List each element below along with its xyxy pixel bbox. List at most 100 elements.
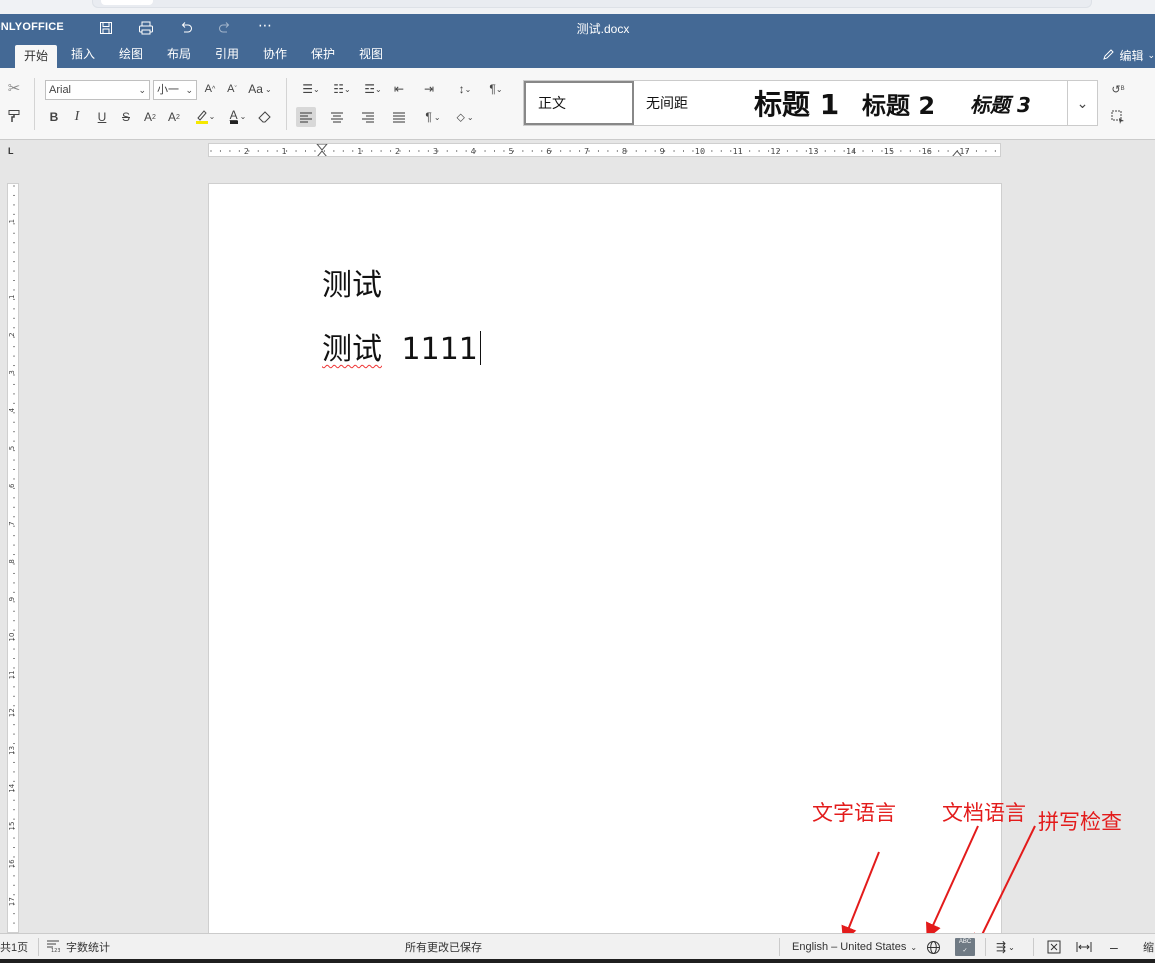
ruler-number: 1	[357, 147, 362, 156]
select-all-icon[interactable]	[1108, 108, 1128, 126]
horizontal-ruler[interactable]: 2 1 1 2 3 4 5 6 7 8 9 10 11 12 13 14 15 16 17	[208, 143, 1001, 157]
ruler-number: 1	[8, 295, 16, 299]
ruler-number: 11	[733, 147, 743, 156]
shading-icon[interactable]: ⬦ ⌄	[450, 107, 480, 127]
pencil-icon	[1102, 48, 1115, 64]
zoom-out-icon[interactable]: –	[1110, 934, 1118, 960]
app-logo: ONLYOFFICE	[0, 21, 64, 33]
cut-icon[interactable]: ✂	[5, 79, 23, 97]
ribbon-tabs: 开始 插入 绘图 布局 引用 协作 保护 视图 编辑 ⌄	[0, 42, 1155, 68]
redo-icon[interactable]	[215, 19, 235, 37]
style-heading-3[interactable]: 标题 3	[958, 81, 1068, 125]
title-bar: ONLYOFFICE ⋯ 测试.docx	[0, 14, 1155, 42]
fit-page-icon[interactable]	[1047, 934, 1061, 960]
ruler-number: 4	[471, 147, 476, 156]
browser-tab-strip	[0, 0, 1155, 14]
ruler-number: 2	[244, 147, 249, 156]
align-left-icon[interactable]	[296, 107, 316, 127]
align-center-icon[interactable]	[327, 107, 347, 127]
style-gallery: 正文 无间距 标题 1 标题 2 标题 3 ⌄	[523, 80, 1098, 126]
font-color-icon[interactable]: A ⌄	[223, 106, 253, 126]
line-spacing-icon[interactable]: ↕ ⌄	[451, 80, 479, 98]
horizontal-ruler-ticks: 2 1 1 2 3 4 5 6 7 8 9 10 11 12 13 14 15 16 17	[210, 144, 996, 156]
tab-home[interactable]: 开始	[15, 45, 58, 68]
word-count-button[interactable]: 123 字数统计	[46, 934, 110, 960]
clear-format-icon[interactable]	[256, 108, 274, 126]
change-case-icon[interactable]: Aa ⌄	[245, 80, 275, 98]
ruler-number: 8	[8, 559, 16, 563]
browser-address-bar[interactable]	[92, 0, 1092, 8]
bold-icon[interactable]: B	[45, 108, 63, 126]
browser-tab[interactable]	[101, 0, 153, 5]
tab-layout[interactable]: 布局	[158, 42, 200, 68]
tab-draw[interactable]: 绘图	[110, 42, 152, 68]
tab-view[interactable]: 视图	[350, 42, 392, 68]
chevron-down-icon[interactable]: ⌄	[1067, 81, 1097, 125]
chevron-down-icon: ⌄	[910, 942, 918, 952]
replace-icon[interactable]: ↺ B	[1108, 80, 1128, 98]
decrease-indent-icon[interactable]: ⇤	[390, 80, 408, 98]
tab-stop-selector[interactable]: L	[8, 146, 18, 156]
style-heading-1[interactable]: 标题 1	[742, 81, 850, 125]
style-heading-1-label: 标题 1	[754, 88, 840, 121]
decrease-font-icon[interactable]: Aˇ	[223, 80, 241, 98]
edit-mode-button[interactable]: 编辑 ⌄	[1102, 47, 1155, 64]
paragraph-1[interactable]: 测试	[322, 260, 382, 304]
ruler-number: 3	[8, 370, 16, 374]
more-icon[interactable]: ⋯	[255, 16, 275, 34]
ruler-number: 17	[8, 897, 16, 906]
track-changes-icon[interactable]: ⇶ ⌄	[996, 934, 1015, 960]
globe-icon[interactable]	[926, 934, 941, 960]
italic-icon[interactable]: I	[68, 108, 86, 126]
fit-width-icon[interactable]	[1076, 934, 1092, 960]
paragraph-2[interactable]: 测试 1111	[322, 324, 482, 368]
tab-references[interactable]: 引用	[206, 42, 248, 68]
divider	[985, 938, 986, 956]
strikethrough-icon[interactable]: S	[117, 108, 135, 126]
style-normal[interactable]: 正文	[524, 81, 634, 125]
underline-icon[interactable]: U	[93, 108, 111, 126]
tab-collaborate[interactable]: 协作	[254, 42, 296, 68]
increase-indent-icon[interactable]: ⇥	[420, 80, 438, 98]
font-name-select[interactable]: Arial ⌄	[45, 80, 150, 100]
ruler-number: 8	[622, 147, 627, 156]
print-icon[interactable]	[136, 19, 156, 37]
vertical-ruler-ticks: 11234567891011121314151617	[8, 185, 16, 924]
format-painter-icon[interactable]	[5, 107, 23, 125]
numbering-icon[interactable]: ☷ ⌄	[328, 80, 356, 98]
ruler-number: 16	[8, 859, 16, 868]
align-right-icon[interactable]	[358, 107, 378, 127]
vertical-ruler[interactable]: 1 1 2 3 4 5 6 7 8 9 10 11 12 13 14 15 16 17	[7, 183, 19, 933]
subscript-icon[interactable]: A2	[165, 108, 183, 126]
ruler-number: 13	[8, 746, 16, 755]
save-icon[interactable]	[96, 19, 116, 37]
justify-icon[interactable]	[389, 107, 409, 127]
undo-icon[interactable]	[176, 19, 196, 37]
superscript-icon[interactable]: A2	[141, 108, 159, 126]
increase-font-icon[interactable]: A ^	[201, 80, 219, 98]
paragraph-spacing-icon[interactable]: ¶ ⌄	[482, 80, 510, 98]
multilevel-list-icon[interactable]: ☲ ⌄	[359, 80, 387, 98]
ruler-number: 15	[884, 147, 894, 156]
tab-insert[interactable]: 插入	[62, 42, 104, 68]
ruler-number: 12	[771, 147, 781, 156]
divider	[779, 938, 780, 956]
ruler-number: 4	[8, 407, 16, 412]
ruler-number: 2	[8, 332, 16, 336]
style-no-spacing[interactable]: 无间距	[634, 81, 742, 125]
document-page[interactable]: 测试 测试 1111	[208, 183, 1002, 943]
edit-mode-label: 编辑	[1119, 49, 1144, 63]
bullets-icon[interactable]: ☰ ⌄	[297, 80, 325, 98]
style-heading-2[interactable]: 标题 2	[850, 81, 958, 125]
ruler-number: 10	[695, 147, 705, 156]
page-count[interactable]: 共1页	[0, 934, 28, 960]
ruler-number: 17	[960, 147, 970, 156]
highlight-icon[interactable]: ⌄	[190, 106, 220, 126]
spell-check-icon[interactable]: ABC ✓	[955, 934, 975, 960]
tab-protect[interactable]: 保护	[302, 42, 344, 68]
zoom-label[interactable]: 缩	[1143, 934, 1154, 960]
text-language-select[interactable]: English – United States ⌄	[792, 934, 917, 960]
font-size-select[interactable]: 小一 ⌄	[153, 80, 197, 100]
nonprinting-chars-icon[interactable]: ¶ ⌄	[420, 107, 446, 127]
window-bottom-edge	[0, 959, 1155, 963]
